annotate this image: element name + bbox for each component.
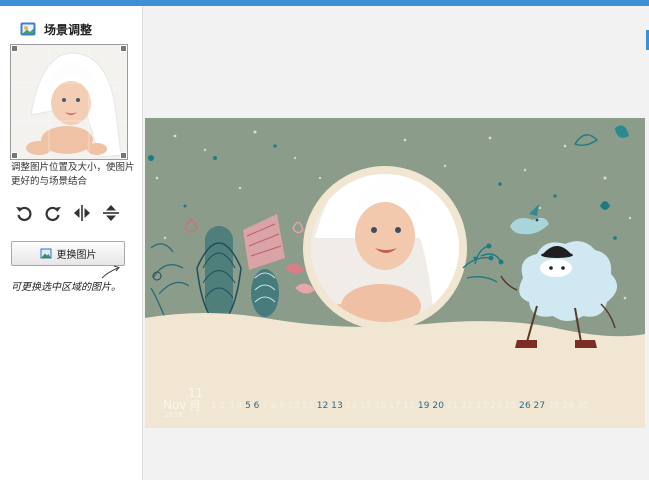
calendar-month-en: Nov	[163, 398, 187, 412]
panel-title: 场景调整	[20, 20, 92, 38]
resize-handle[interactable]	[11, 152, 18, 159]
calendar-day: 18	[403, 401, 416, 411]
resize-handle[interactable]	[11, 45, 18, 52]
calendar-days: 1 2 3 4 5 6 7 8 9 10 11 12 13 14 15 16 17 18 19 20 21 22 23 24 2…	[211, 401, 591, 411]
scene-illustration	[145, 118, 645, 428]
calendar-day: 1	[211, 401, 217, 411]
rotate-right-icon	[45, 206, 61, 222]
scene-adjust-icon	[20, 22, 36, 36]
calendar-strip: Nov 2016 11月 1 2 3 4 5 6 7 8 9 10 11 12 13 14 15 16 17 18…	[145, 386, 645, 428]
calendar-day: 8	[270, 401, 277, 411]
rotate-left-button[interactable]	[13, 202, 34, 224]
rotate-left-icon	[15, 206, 31, 222]
calendar-day: 26	[519, 401, 531, 411]
calendar-day: 5	[245, 401, 252, 411]
calendar-day: 14	[345, 401, 358, 411]
calendar-day: 21	[446, 401, 459, 411]
calendar-day: 17	[388, 401, 401, 411]
calendar-day: 3	[228, 401, 234, 411]
image-crop-thumbnail[interactable]	[10, 44, 128, 160]
calendar-day: 28	[547, 401, 560, 411]
calendar-day: 10	[287, 401, 300, 411]
panel-title-text: 场景调整	[44, 22, 93, 37]
calendar-day: 13	[331, 401, 343, 411]
scene-canvas[interactable]: Nov 2016 11月 1 2 3 4 5 6 7 8 9 10 11 12 13 14 15 16 17 18…	[145, 118, 645, 428]
calendar-day: 11	[302, 401, 315, 411]
calendar-day: 9	[279, 401, 286, 411]
calendar-day: 4	[236, 401, 243, 411]
flip-horizontal-icon	[73, 205, 90, 221]
baby-thumbnail-image	[11, 45, 127, 159]
replace-note-text: 可更换选中区域的图片。	[11, 282, 121, 293]
scene-adjust-panel: 场景调整 调整图片位置及大小，使图片更好的与场景结合 更换图片 可更换选中区域的…	[0, 6, 143, 480]
calendar-day: 22	[461, 401, 474, 411]
calendar-day: 2	[219, 401, 226, 411]
calendar-day: 16	[374, 401, 387, 411]
calendar-day: 23	[475, 401, 488, 411]
calendar-day: 20	[432, 401, 445, 411]
calendar-day: 12	[316, 401, 329, 411]
calendar-day: 19	[417, 401, 430, 411]
picture-icon	[40, 248, 51, 259]
calendar-day: 30	[576, 401, 589, 411]
resize-handle[interactable]	[120, 152, 127, 159]
resize-handle[interactable]	[120, 45, 127, 52]
calendar-day: 6	[253, 401, 260, 411]
calendar-day: 29	[562, 401, 575, 411]
flip-vertical-button[interactable]	[100, 202, 121, 224]
flip-vertical-icon	[102, 205, 119, 221]
calendar-day: 7	[262, 401, 269, 411]
calendar-day: 24	[490, 401, 502, 411]
replace-image-label: 更换图片	[56, 250, 97, 261]
adjust-hint-text: 调整图片位置及大小，使图片更好的与场景结合	[11, 162, 135, 187]
replace-image-button[interactable]: 更换图片	[11, 241, 125, 266]
calendar-day: 25	[504, 401, 517, 411]
calendar-month-cn: 11月	[188, 386, 204, 413]
calendar-day: 27	[533, 401, 546, 411]
transform-toolbar	[13, 202, 121, 224]
rotate-right-button[interactable]	[42, 202, 63, 224]
calendar-year: 2016	[165, 411, 183, 419]
flip-horizontal-button[interactable]	[71, 202, 92, 224]
calendar-day: 15	[360, 401, 372, 411]
